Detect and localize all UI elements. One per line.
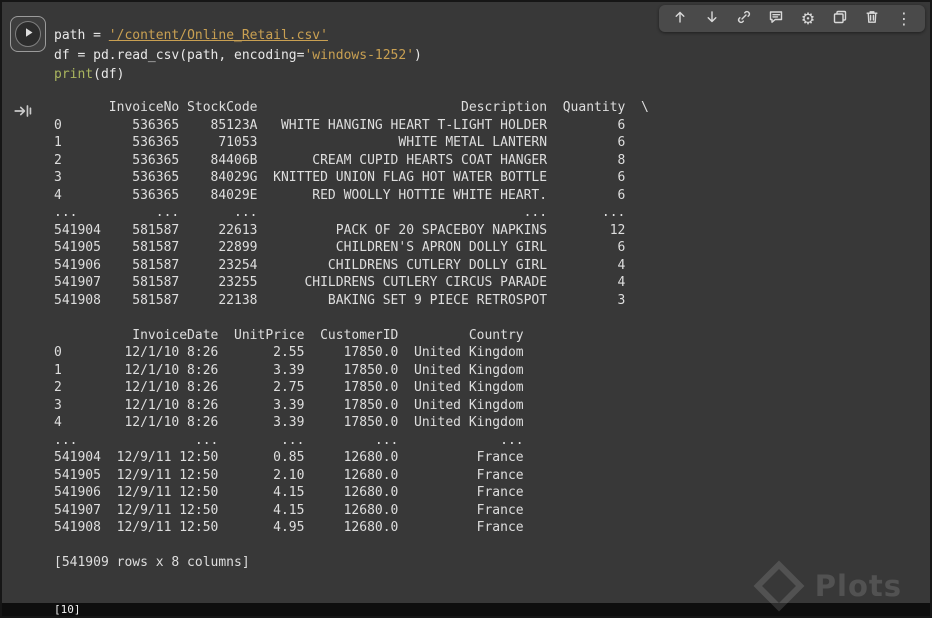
string-token: 'windows-1252' <box>304 47 415 63</box>
add-comment-button[interactable] <box>763 7 789 30</box>
next-cell-partial[interactable]: [10] <box>2 603 930 616</box>
play-icon <box>20 24 37 45</box>
execution-count-label: [10] <box>54 603 81 616</box>
mirror-cell-button[interactable] <box>827 7 853 30</box>
notebook-code-cell: ⚙ ⋮ path = '/content/Online_Retail.csv' … <box>0 0 932 618</box>
delete-cell-button[interactable] <box>859 7 885 30</box>
arrow-up-icon <box>672 9 688 28</box>
trash-icon <box>864 9 880 28</box>
arrow-down-icon <box>704 9 720 28</box>
kebab-menu-icon: ⋮ <box>896 8 912 28</box>
move-cell-up-button[interactable] <box>667 7 693 30</box>
comment-icon <box>768 9 784 28</box>
code-token: ) <box>414 47 422 63</box>
cell-output-icon[interactable] <box>13 101 33 121</box>
code-line: path = '/content/Online_Retail.csv' <box>54 26 422 46</box>
builtin-token: print <box>54 67 94 82</box>
link-icon <box>736 9 752 28</box>
code-token: df = pd.read_csv(path, encoding= <box>54 47 305 63</box>
watermark-text: Plots <box>814 569 902 603</box>
run-cell-button[interactable] <box>10 16 46 52</box>
cell-toolbar: ⚙ ⋮ <box>659 5 925 32</box>
copy-cell-link-button[interactable] <box>731 7 757 30</box>
file-path-link[interactable]: '/content/Online_Retail.csv' <box>109 28 328 43</box>
more-actions-button[interactable]: ⋮ <box>891 7 917 30</box>
run-circle <box>15 21 41 47</box>
gear-icon: ⚙ <box>800 8 816 28</box>
cell-settings-button[interactable]: ⚙ <box>795 7 821 30</box>
code-line: df = pd.read_csv(path, encoding='windows… <box>54 46 422 66</box>
move-cell-down-button[interactable] <box>699 7 725 30</box>
dataframe-output: InvoiceNo StockCode Description Quantity… <box>54 100 649 570</box>
code-editor[interactable]: path = '/content/Online_Retail.csv' df =… <box>54 26 422 85</box>
code-token: path = <box>54 28 109 43</box>
mirror-cell-icon <box>832 9 848 28</box>
code-token: (df) <box>93 67 125 82</box>
code-line: print(df) <box>54 65 422 85</box>
